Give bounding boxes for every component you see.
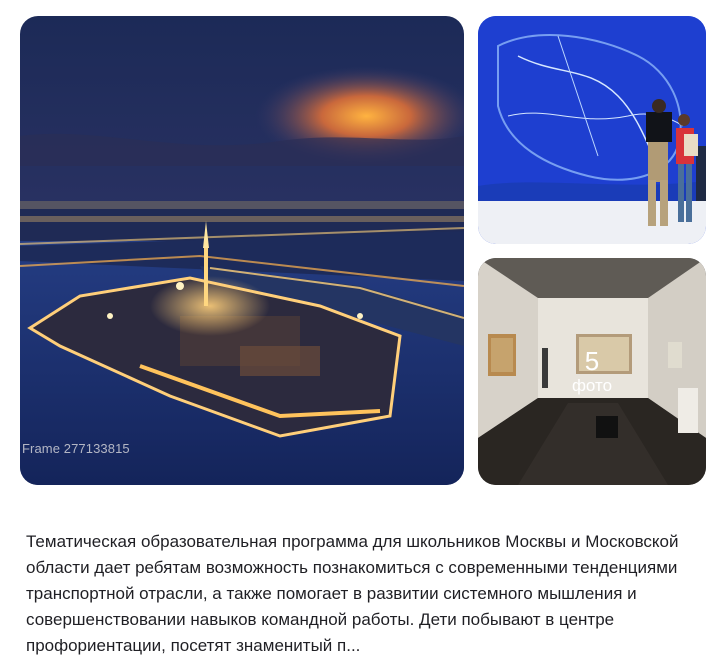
- image-alt-text: Frame 277133815: [22, 441, 130, 456]
- program-description: Тематическая образовательная программа д…: [26, 532, 679, 655]
- map-photo-image: [478, 16, 706, 244]
- gallery-photo-image: [478, 258, 706, 485]
- main-photo[interactable]: Frame 277133815: [20, 16, 464, 485]
- gallery-photo[interactable]: 5 фото: [478, 258, 706, 485]
- map-photo[interactable]: [478, 16, 706, 244]
- main-photo-image: [20, 16, 464, 485]
